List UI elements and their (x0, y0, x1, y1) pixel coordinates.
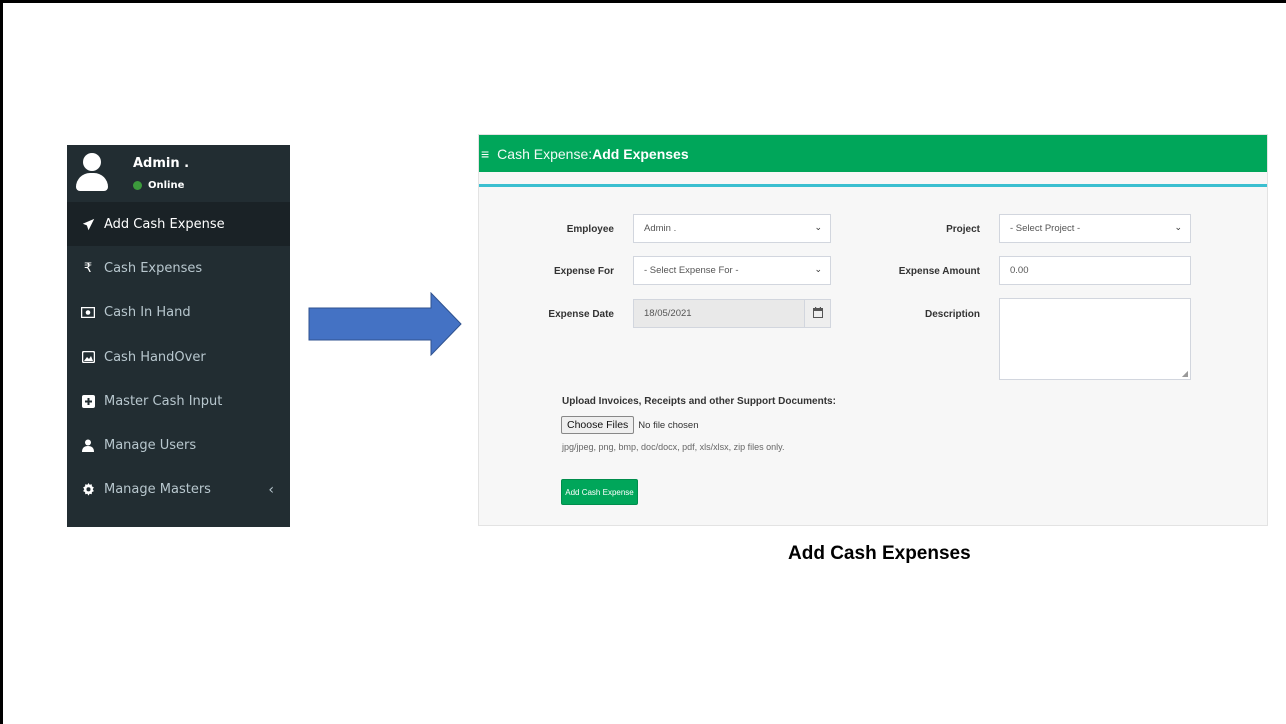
sidebar-item-label: Master Cash Input (104, 393, 223, 409)
paper-plane-icon (81, 217, 95, 231)
slide-caption: Add Cash Expenses (788, 543, 971, 564)
user-panel: Admin . Online (67, 145, 290, 202)
add-cash-expense-button[interactable]: Add Cash Expense (561, 479, 638, 505)
user-status-text: Online (148, 180, 185, 191)
add-expense-panel: ≡ Cash Expense: Add Expenses Employee Ad… (478, 134, 1268, 526)
header-prefix: Cash Expense: (497, 145, 593, 162)
expense-for-label: Expense For (553, 266, 614, 277)
chevron-down-icon: ⌄ (1174, 222, 1182, 232)
sidebar-item-cash-handover[interactable]: Cash HandOver (67, 335, 290, 379)
employee-select-value: Admin . (644, 223, 677, 234)
file-type-help: jpg/jpeg, png, bmp, doc/docx, pdf, xls/x… (562, 442, 785, 452)
resize-handle-icon[interactable]: ◢ (1182, 369, 1188, 378)
expense-date-input[interactable]: 18/05/2021 (633, 299, 805, 328)
employee-label: Employee (566, 224, 614, 235)
hamburger-icon[interactable]: ≡ (481, 146, 489, 162)
image-icon (81, 350, 95, 364)
expense-amount-value: 0.00 (1010, 265, 1029, 276)
sidebar-item-label: Manage Masters (104, 482, 211, 498)
plus-square-icon (81, 394, 95, 408)
sidebar-item-label: Cash HandOver (104, 349, 206, 365)
description-textarea[interactable]: ◢ (999, 298, 1191, 380)
project-label: Project (946, 224, 980, 235)
file-input: Choose Files No file chosen (561, 416, 698, 434)
page-title: Add Expenses (592, 145, 689, 162)
expense-amount-input[interactable]: 0.00 (999, 256, 1191, 285)
upload-label: Upload Invoices, Receipts and other Supp… (562, 396, 836, 407)
expense-amount-label: Expense Amount (898, 266, 980, 277)
chevron-down-icon: ⌄ (814, 264, 822, 274)
description-label: Description (924, 309, 980, 320)
panel-header: ≡ Cash Expense: Add Expenses (479, 135, 1267, 172)
sidebar-item-cash-expenses[interactable]: ₹ Cash Expenses (67, 246, 290, 290)
gear-icon (81, 483, 95, 497)
rupee-icon: ₹ (83, 260, 93, 276)
header-accent-line (479, 184, 1267, 187)
money-icon (81, 306, 95, 320)
sidebar-item-label: Cash In Hand (104, 305, 191, 321)
sidebar-menu: Add Cash Expense ₹ Cash Expenses Cash In… (67, 202, 290, 512)
no-file-text: No file chosen (638, 419, 699, 431)
sidebar-item-cash-in-hand[interactable]: Cash In Hand (67, 291, 290, 335)
sidebar-item-manage-users[interactable]: Manage Users (67, 423, 290, 467)
employee-select[interactable]: Admin . ⌄ (633, 214, 831, 243)
expense-for-select[interactable]: - Select Expense For - ⌄ (633, 256, 831, 285)
user-avatar-icon (75, 153, 108, 191)
chevron-left-icon: ‹ (268, 481, 274, 498)
project-select-value: - Select Project - (1010, 223, 1081, 234)
sidebar-item-label: Manage Users (104, 438, 197, 454)
sidebar-item-label: Cash Expenses (104, 260, 203, 276)
sidebar-item-add-cash-expense[interactable]: Add Cash Expense (67, 202, 290, 247)
user-icon (81, 439, 95, 453)
user-status: Online (133, 180, 184, 191)
expense-date-label: Expense Date (548, 309, 614, 320)
online-dot-icon (133, 181, 142, 190)
choose-files-button[interactable]: Choose Files (561, 416, 635, 434)
chevron-down-icon: ⌄ (814, 222, 822, 232)
sidebar-item-label: Add Cash Expense (104, 216, 225, 232)
right-arrow-icon (308, 292, 462, 356)
user-name: Admin . (133, 156, 190, 171)
expense-for-select-value: - Select Expense For - (644, 265, 739, 276)
project-select[interactable]: - Select Project - ⌄ (999, 214, 1191, 243)
sidebar-item-master-cash-input[interactable]: Master Cash Input (67, 379, 290, 423)
calendar-button[interactable] (804, 299, 831, 328)
sidebar: Admin . Online Add Cash Expense ₹ Cash E… (67, 145, 290, 527)
sidebar-item-manage-masters[interactable]: Manage Masters ‹ (67, 468, 290, 512)
expense-date-value: 18/05/2021 (644, 308, 692, 319)
calendar-icon (812, 306, 823, 321)
